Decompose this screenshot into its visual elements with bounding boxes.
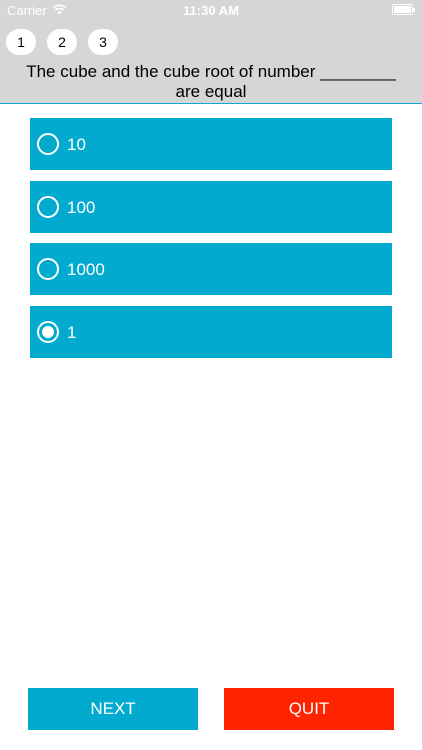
answer-option-label: 1 (67, 322, 77, 342)
question-text: The cube and the cube root of number ___… (26, 62, 396, 101)
quit-button[interactable]: QUIT (224, 688, 394, 730)
battery-icon (392, 4, 415, 15)
radio-unselected-icon[interactable] (37, 133, 59, 155)
next-button[interactable]: NEXT (28, 688, 198, 730)
radio-unselected-icon[interactable] (37, 195, 59, 218)
status-bar: Carrier 11:30 AM (0, 0, 422, 22)
answer-option-1[interactable]: 10 (30, 118, 392, 170)
quiz-header: Carrier 11:30 AM 1 2 3 The cube and the … (0, 0, 422, 104)
answer-option-4[interactable]: 1 (30, 305, 392, 358)
answer-option-label: 10 (67, 135, 86, 154)
answer-option-2[interactable]: 100 (30, 180, 392, 233)
answer-option-label: 1000 (67, 260, 105, 279)
answer-option-3[interactable]: 1000 (30, 243, 392, 295)
question-nav-button-1[interactable]: 1 (6, 29, 36, 55)
status-time: 11:30 AM (183, 3, 239, 18)
answer-options: 10 100 1000 1 (30, 118, 392, 368)
radio-unselected-icon[interactable] (37, 258, 59, 280)
question-navigator: 1 2 3 (6, 29, 118, 55)
radio-selected-icon[interactable] (37, 320, 59, 343)
question-nav-button-3[interactable]: 3 (88, 29, 118, 55)
answer-option-label: 100 (67, 197, 96, 217)
question-nav-button-2[interactable]: 2 (47, 29, 77, 55)
